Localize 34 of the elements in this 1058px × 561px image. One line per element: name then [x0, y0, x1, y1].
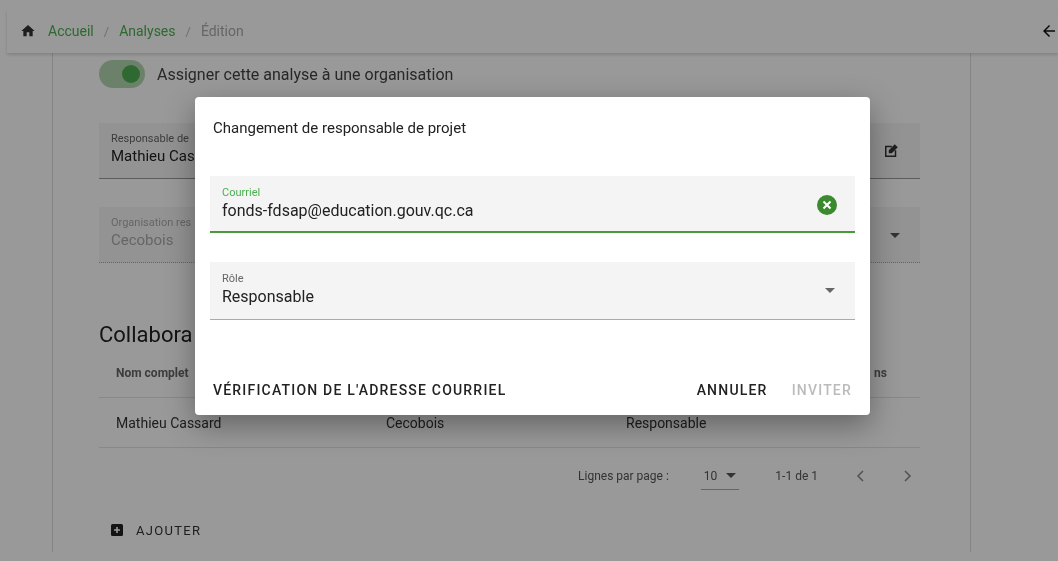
next-page-icon[interactable] [904, 470, 912, 482]
section-title: Collabora [99, 321, 194, 349]
page-range: 1-1 de 1 [775, 469, 818, 483]
toggle-switch[interactable] [99, 60, 145, 88]
add-button[interactable]: AJOUTER [107, 512, 206, 548]
table-cell-text: Cecobois [386, 414, 446, 431]
previous-page-icon[interactable] [856, 470, 864, 482]
table-cell-text: Mathieu Cassard [116, 414, 223, 431]
field-label: Responsable de [111, 132, 189, 145]
breadcrumb-separator: / [185, 23, 191, 39]
home-icon[interactable] [20, 23, 36, 39]
table-cell-text: Responsable [626, 414, 708, 431]
field-label: Rôle [222, 272, 244, 285]
breadcrumb-separator: / [103, 23, 110, 39]
column-header: Nom complet [116, 366, 190, 380]
dialog-button[interactable]: VÉRIFICATION DE L'ADRESSE COURRIEL [210, 372, 510, 408]
role-select[interactable]: Rôle Responsable [210, 262, 855, 320]
rows-per-page-select[interactable]: 10 [700, 462, 740, 490]
toggle-label: Assigner cette analyse à une organisation [157, 64, 454, 84]
field-label: Courriel [222, 186, 261, 199]
caret-icon [825, 288, 835, 293]
caret-icon [726, 473, 737, 478]
caret-icon [890, 233, 900, 238]
dialog-title: Changement de responsable de projet [212, 118, 468, 139]
clear-icon[interactable] [817, 195, 837, 215]
email-field[interactable]: Courriel fonds-fdsap@education.gouv.qc.ca [210, 176, 855, 233]
field-value: fonds-fdsap@education.gouv.qc.ca [222, 201, 474, 220]
rows-per-page-label: Lignes par page : [578, 469, 669, 483]
plus-icon [111, 524, 123, 536]
dialog-button[interactable]: ANNULER [693, 372, 771, 408]
field-value: Mathieu Cas [111, 147, 195, 165]
column-header: ns [874, 366, 888, 380]
edit-icon[interactable] [882, 142, 900, 160]
field-value: Responsable [222, 287, 314, 306]
